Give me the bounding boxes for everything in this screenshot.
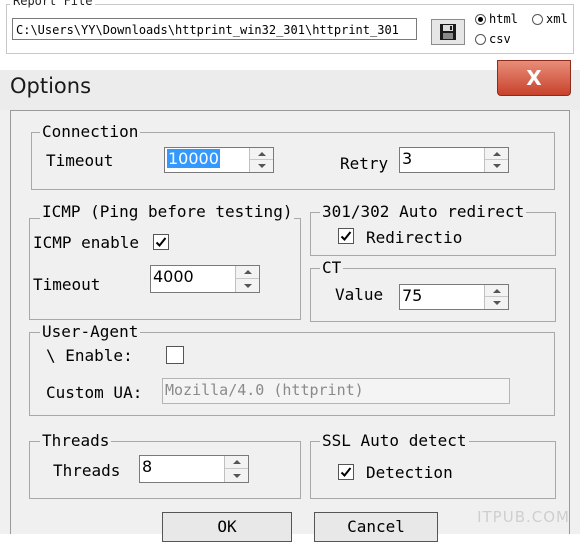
format-xml-radio[interactable] (532, 13, 543, 25)
ssl-legend: SSL Auto detect (320, 431, 469, 450)
threads-input[interactable]: 8 (139, 455, 249, 483)
ct-value-spinner[interactable] (484, 285, 508, 309)
icmp-timeout-spinner[interactable] (235, 266, 259, 292)
icmp-enable-label: ICMP enable (33, 233, 139, 252)
spin-down-icon[interactable] (250, 160, 273, 172)
threads-value: 8 (142, 457, 153, 476)
report-path-input[interactable]: C:\Users\YY\Downloads\httprint_win32_301… (12, 18, 417, 40)
format-xml-option[interactable]: xml (532, 12, 568, 26)
spin-down-icon[interactable] (485, 297, 508, 309)
user-agent-enable-label: \ Enable: (46, 346, 133, 365)
spin-down-icon[interactable] (236, 279, 259, 292)
spin-down-icon[interactable] (485, 160, 508, 172)
redirect-check-label: Redirectio (366, 228, 463, 247)
redirect-checkbox[interactable] (338, 228, 354, 244)
spin-up-icon[interactable] (250, 148, 273, 160)
connection-legend: Connection (40, 122, 141, 141)
save-button[interactable] (431, 19, 465, 45)
spin-up-icon[interactable] (236, 266, 259, 279)
format-csv-option[interactable]: csv (475, 32, 511, 46)
icmp-legend: ICMP (Ping before testing) (40, 202, 295, 221)
threads-legend: Threads (40, 431, 112, 450)
threads-spinner[interactable] (224, 456, 248, 482)
connection-timeout-value: 10000 (167, 149, 220, 168)
report-file-legend: Report File (10, 0, 96, 8)
icmp-timeout-value: 4000 (153, 267, 194, 286)
close-icon: X (526, 66, 542, 90)
threads-label: Threads (53, 461, 121, 480)
icmp-timeout-label: Timeout (33, 275, 101, 294)
connection-timeout-input[interactable]: 10000 (164, 147, 274, 173)
spin-up-icon[interactable] (485, 285, 508, 297)
format-csv-label: csv (489, 32, 511, 46)
user-agent-enable-checkbox[interactable] (166, 346, 184, 364)
user-agent-legend: User-Agent (40, 322, 141, 341)
format-csv-radio[interactable] (475, 33, 486, 45)
ok-button[interactable]: OK (162, 512, 292, 542)
ct-value-label: Value (335, 285, 384, 304)
ct-value: 75 (402, 286, 423, 305)
close-button[interactable]: X (497, 60, 571, 96)
retry-value: 3 (402, 149, 413, 168)
retry-label: Retry (340, 154, 389, 173)
dialog-title: Options (10, 74, 92, 98)
floppy-disk-icon (440, 24, 456, 40)
custom-ua-input[interactable]: Mozilla/4.0 (httprint) (162, 378, 510, 404)
spin-up-icon[interactable] (485, 148, 508, 160)
ssl-detection-label: Detection (366, 463, 453, 482)
connection-timeout-label: Timeout (46, 151, 114, 170)
ssl-detection-checkbox[interactable] (338, 464, 354, 480)
format-html-option[interactable]: html (475, 12, 518, 26)
redirect-legend: 301/302 Auto redirect (320, 202, 527, 221)
icmp-enable-checkbox[interactable] (153, 234, 169, 250)
custom-ua-label: Custom UA: (46, 383, 143, 402)
format-html-radio[interactable] (475, 13, 486, 25)
spin-down-icon[interactable] (225, 469, 248, 482)
spin-up-icon[interactable] (225, 456, 248, 469)
checkmark-icon (155, 237, 167, 247)
retry-input[interactable]: 3 (399, 147, 509, 173)
format-html-label: html (489, 12, 518, 26)
checkmark-icon (340, 467, 352, 477)
ct-value-input[interactable]: 75 (399, 284, 509, 310)
watermark: ITPUB.COM (477, 508, 570, 526)
format-xml-label: xml (546, 12, 568, 26)
cancel-button[interactable]: Cancel (314, 512, 438, 542)
connection-timeout-spinner[interactable] (249, 148, 273, 172)
checkmark-icon (340, 231, 352, 241)
icmp-timeout-input[interactable]: 4000 (150, 265, 260, 293)
retry-spinner[interactable] (484, 148, 508, 172)
ct-legend: CT (320, 258, 344, 277)
